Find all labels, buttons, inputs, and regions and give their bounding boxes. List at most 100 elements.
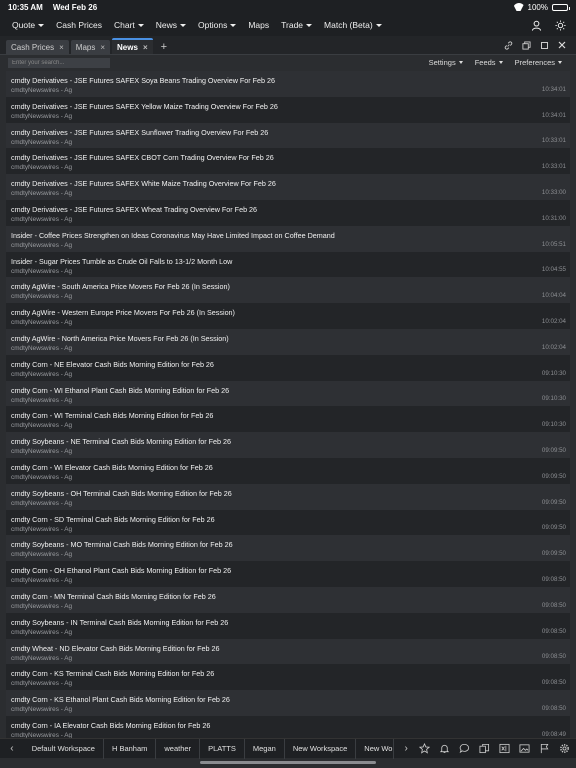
workspace-tab[interactable]: Megan <box>245 738 285 759</box>
chevron-right-icon[interactable]: › <box>394 739 418 759</box>
chevron-left-icon[interactable]: ‹ <box>0 739 24 759</box>
tab-label: News <box>117 42 138 52</box>
news-item[interactable]: cmdty Corn - KS Terminal Cash Bids Morni… <box>6 664 570 691</box>
news-item[interactable]: cmdty Corn - IA Elevator Cash Bids Morni… <box>6 715 570 738</box>
news-item[interactable]: cmdty Corn - WI Elevator Cash Bids Morni… <box>6 457 570 484</box>
preferences-dropdown[interactable]: Preferences <box>515 58 562 67</box>
news-item[interactable]: cmdty Derivatives - JSE Futures SAFEX Ye… <box>6 96 570 123</box>
news-item[interactable]: cmdty Corn - SD Terminal Cash Bids Morni… <box>6 509 570 536</box>
star-icon[interactable] <box>418 743 430 755</box>
settings-dropdown[interactable]: Settings <box>429 58 463 67</box>
workspace-tab[interactable]: weather <box>156 738 201 759</box>
workspace-bar: ‹ Default Workspace H Banham weather PLATTS… <box>0 738 576 759</box>
news-item[interactable]: cmdty AgWire - North America Price Mover… <box>6 328 570 355</box>
news-timestamp: 09:08:50 <box>541 679 566 687</box>
brightness-icon[interactable] <box>554 19 566 31</box>
news-timestamp: 09:09:50 <box>541 446 566 454</box>
user-icon[interactable] <box>530 19 542 31</box>
news-item[interactable]: cmdty Derivatives - JSE Futures SAFEX Wh… <box>6 199 570 226</box>
news-headline: cmdty Derivatives - JSE Futures SAFEX Wh… <box>11 204 258 214</box>
flag-icon[interactable] <box>538 743 550 755</box>
news-item[interactable]: cmdty Soybeans - OH Terminal Cash Bids M… <box>6 483 570 510</box>
search-input[interactable] <box>8 57 110 68</box>
menu-match-beta[interactable]: Match (Beta) <box>318 14 388 36</box>
news-item[interactable]: Insider - Sugar Prices Tumble as Crude O… <box>6 251 570 278</box>
news-timestamp: 09:09:50 <box>541 550 566 558</box>
tab-label: Maps <box>75 42 96 52</box>
news-item[interactable]: cmdty Derivatives - JSE Futures SAFEX So… <box>6 71 570 97</box>
news-timestamp: 09:10:30 <box>541 369 566 377</box>
news-item[interactable]: cmdty AgWire - Western Europe Price Move… <box>6 303 570 329</box>
workspace-tab[interactable]: Default Workspace <box>24 738 104 759</box>
menu-options[interactable]: Options <box>192 14 242 36</box>
news-item[interactable]: cmdty Wheat - ND Elevator Cash Bids Morn… <box>6 638 570 665</box>
maximize-icon[interactable] <box>538 39 550 51</box>
workspace-tab[interactable]: New Wor <box>356 738 395 759</box>
feeds-dropdown[interactable]: Feeds <box>475 58 503 67</box>
news-headline: cmdty AgWire - North America Price Mover… <box>11 333 229 343</box>
tab-maps[interactable]: Maps × <box>70 40 111 54</box>
news-item[interactable]: cmdty Derivatives - JSE Futures SAFEX CB… <box>6 148 570 175</box>
news-timestamp: 10:05:51 <box>541 240 566 248</box>
menu-trade[interactable]: Trade <box>275 14 318 36</box>
news-timestamp: 10:33:01 <box>541 163 566 171</box>
news-item[interactable]: cmdty Corn - KS Ethanol Plant Cash Bids … <box>6 690 570 716</box>
news-item[interactable]: cmdty Soybeans - MO Terminal Cash Bids M… <box>6 535 570 562</box>
menu-quote[interactable]: Quote <box>6 14 50 36</box>
news-timestamp: 10:02:04 <box>541 343 566 351</box>
tab-news[interactable]: News × <box>112 38 153 54</box>
news-timestamp: 09:09:50 <box>541 498 566 506</box>
bell-icon[interactable] <box>438 743 450 755</box>
news-source: cmdtyNewswires - Ag <box>11 190 73 198</box>
excel-icon[interactable] <box>498 743 510 755</box>
news-headline: cmdty Corn - SD Terminal Cash Bids Morni… <box>11 514 215 524</box>
link-icon[interactable] <box>502 39 514 51</box>
news-item[interactable]: cmdty Soybeans - NE Terminal Cash Bids M… <box>6 432 570 458</box>
news-headline: cmdty Corn - KS Terminal Cash Bids Morni… <box>11 669 215 679</box>
menu-news[interactable]: News <box>150 14 192 36</box>
close-icon[interactable]: × <box>59 43 64 52</box>
news-headline: cmdty Soybeans - IN Terminal Cash Bids M… <box>11 617 229 627</box>
windows-icon[interactable] <box>478 743 490 755</box>
tab-cash-prices[interactable]: Cash Prices × <box>6 40 69 54</box>
workspace-tab[interactable]: PLATTS <box>200 738 245 759</box>
chevron-down-icon <box>498 61 503 64</box>
workspace-tab[interactable]: H Banham <box>104 738 157 759</box>
news-item[interactable]: cmdty Derivatives - JSE Futures SAFEX Wh… <box>6 174 570 200</box>
image-icon[interactable] <box>518 743 530 755</box>
add-tab-button[interactable]: + <box>155 40 173 54</box>
news-headline: cmdty Corn - KS Ethanol Plant Cash Bids … <box>11 695 230 705</box>
settings-gear-icon[interactable] <box>558 743 570 755</box>
news-item[interactable]: cmdty Derivatives - JSE Futures SAFEX Su… <box>6 122 570 149</box>
menu-label: Options <box>198 20 228 30</box>
news-timestamp: 10:02:04 <box>541 317 566 325</box>
news-item[interactable]: Insider - Coffee Prices Strengthen on Id… <box>6 225 570 252</box>
news-headline: cmdty Derivatives - JSE Futures SAFEX Su… <box>11 127 269 137</box>
news-item[interactable]: cmdty Corn - WI Terminal Cash Bids Morni… <box>6 406 570 433</box>
news-source: cmdtyNewswires - Ag <box>11 215 73 223</box>
menu-maps[interactable]: Maps <box>242 14 275 36</box>
close-icon[interactable]: × <box>143 43 148 52</box>
chat-icon[interactable] <box>458 743 470 755</box>
menu-label: Chart <box>113 20 135 30</box>
chevron-down-icon <box>180 23 187 27</box>
menu-label: Trade <box>281 20 304 30</box>
news-item[interactable]: cmdty Corn - WI Ethanol Plant Cash Bids … <box>6 380 570 407</box>
news-source: cmdtyNewswires - Ag <box>11 396 73 404</box>
menu-label: Cash Prices <box>56 20 102 30</box>
news-source: cmdtyNewswires - Ag <box>11 577 73 585</box>
news-item[interactable]: cmdty Corn - OH Ethanol Plant Cash Bids … <box>6 561 570 587</box>
news-item[interactable]: cmdty Corn - NE Elevator Cash Bids Morni… <box>6 354 570 381</box>
close-icon[interactable]: × <box>100 43 105 52</box>
workspace-tab[interactable]: New Workspace <box>285 738 357 759</box>
duplicate-window-icon[interactable] <box>520 39 532 51</box>
chevron-down-icon <box>137 23 144 27</box>
news-item[interactable]: cmdty Soybeans - IN Terminal Cash Bids M… <box>6 612 570 639</box>
menu-cash-prices[interactable]: Cash Prices <box>50 14 108 36</box>
news-timestamp: 10:04:55 <box>541 266 566 274</box>
menu-chart[interactable]: Chart <box>108 14 150 36</box>
close-window-icon[interactable] <box>556 39 568 51</box>
home-indicator <box>200 761 376 764</box>
news-item[interactable]: cmdty AgWire - South America Price Mover… <box>6 277 570 304</box>
news-item[interactable]: cmdty Corn - MN Terminal Cash Bids Morni… <box>6 586 570 613</box>
